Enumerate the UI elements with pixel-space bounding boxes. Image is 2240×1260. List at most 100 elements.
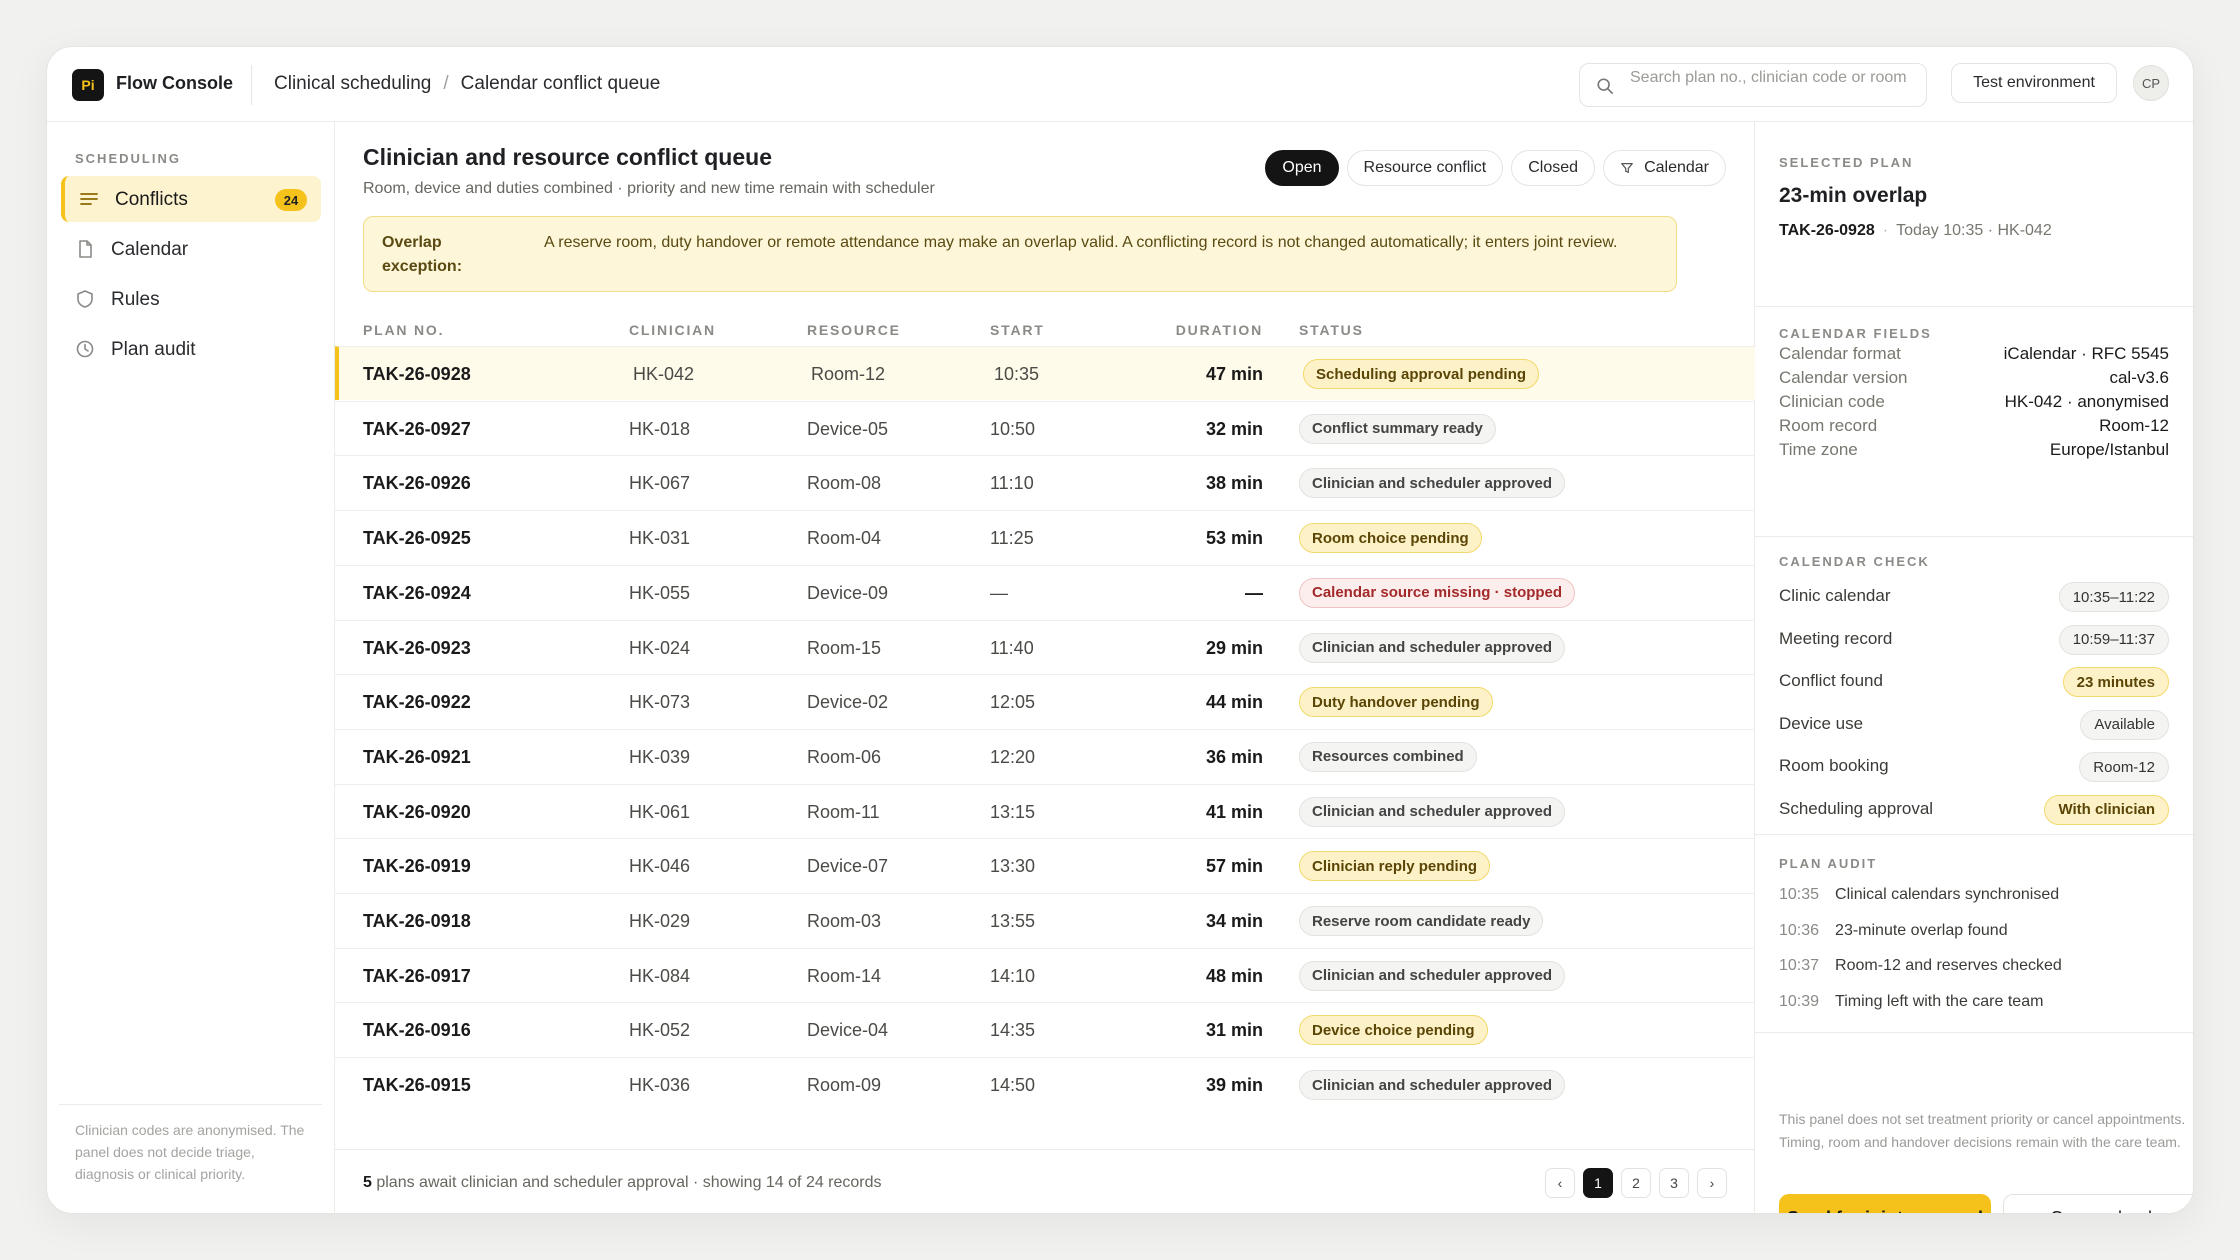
selected-plan-meta: TAK-26-0928 · Today 10:35 · HK-042 — [1779, 222, 2052, 239]
filter-closed[interactable]: Closed — [1511, 150, 1596, 186]
selected-plan-heading: SELECTED PLAN — [1779, 155, 1914, 170]
notice-label: Overlap exception: — [382, 234, 463, 275]
status-badge: Clinician and scheduler approved — [1299, 468, 1566, 499]
check-value-pill: With clinician — [2044, 794, 2169, 825]
calendar-fields-heading: CALENDAR FIELDS — [1779, 326, 1932, 341]
top-bar: Pi Flow Console Clinical scheduling / Ca… — [47, 47, 2193, 122]
duration: 48 min — [1205, 965, 1263, 986]
sidebar-item-plan-audit[interactable]: Plan audit — [61, 326, 321, 372]
table-row[interactable]: TAK-26-0927 HK-018 Device-05 10:50 32 min Con… — [335, 400, 1755, 455]
table-row[interactable]: TAK-26-0923 HK-024 Room-15 11:40 29 min Clini… — [335, 619, 1755, 674]
table-row[interactable]: TAK-26-0918 HK-029 Room-03 13:55 34 min Reser… — [335, 893, 1755, 947]
check-label: Scheduling approval — [1779, 798, 1934, 818]
check-value-pill: 10:35–11:22 — [2058, 582, 2169, 612]
column-header-status[interactable]: STATUS — [1299, 322, 1364, 338]
column-header-start[interactable]: START — [990, 322, 1045, 338]
status-badge: Room choice pending — [1299, 523, 1482, 554]
avatar[interactable]: CP — [2133, 65, 2169, 101]
sidebar-item-label: Rules — [111, 289, 160, 310]
environment-button[interactable]: Test environment — [1951, 63, 2117, 103]
filter-calendar[interactable]: Calendar — [1603, 150, 1726, 186]
audit-text: Clinical calendars synchronised — [1835, 886, 2060, 903]
pagination-page-1[interactable]: 1 — [1583, 1168, 1613, 1198]
panel-disclaimer: This panel does not set treatment priori… — [1779, 1111, 2186, 1150]
filter-resource-conflict[interactable]: Resource conflict — [1346, 150, 1504, 186]
plan-number: TAK-26-0920 — [363, 801, 471, 822]
status-badge: Device choice pending — [1299, 1015, 1488, 1046]
column-header-duration[interactable]: DURATION — [1176, 322, 1263, 338]
duration: 34 min — [1205, 911, 1263, 931]
calendar-field: Calendar version cal-v3.6 — [1779, 368, 2169, 392]
check-label: Clinic calendar — [1779, 586, 1891, 605]
open-calendar-button[interactable]: Open calendar — [2003, 1194, 2193, 1213]
table-row[interactable]: TAK-26-0916 HK-052 Device-04 14:35 31 min Dev… — [335, 1002, 1755, 1056]
check-value-pill: Available — [2080, 709, 2169, 740]
audit-entry: 10:36 23-minute overlap found — [1779, 922, 2169, 944]
sidebar: SCHEDULING Conflicts 24 Calendar Rules P… — [47, 122, 335, 1213]
sidebar-item-rules[interactable]: Rules — [61, 276, 321, 322]
resource-name: Room-03 — [807, 911, 882, 931]
duration: 44 min — [1205, 692, 1263, 713]
search-box[interactable]: Search plan no., clinician code or room — [1579, 63, 1927, 107]
start-time: 12:20 — [990, 746, 1036, 767]
field-label: Time zone — [1779, 440, 1858, 459]
footer-summary: 5 plans await clinician and scheduler ap… — [363, 1174, 882, 1192]
filter-open[interactable]: Open — [1265, 150, 1339, 186]
field-label: Calendar version — [1779, 368, 1908, 387]
column-header-plan-no[interactable]: PLAN NO. — [363, 322, 444, 338]
pagination-page-3[interactable]: 3 — [1659, 1168, 1689, 1198]
send-for-approval-button[interactable]: Send for joint approval — [1779, 1194, 1991, 1213]
table-row[interactable]: TAK-26-0920 HK-061 Room-11 13:15 41 min Clini… — [335, 783, 1755, 838]
pagination-next[interactable]: › — [1697, 1168, 1727, 1198]
clinician-code: HK-039 — [629, 746, 691, 767]
duration: 29 min — [1205, 637, 1263, 658]
audit-text: 23-minute overlap found — [1835, 921, 2008, 939]
table-row[interactable]: TAK-26-0919 HK-046 Device-07 13:30 57 min Cli… — [335, 838, 1755, 892]
breadcrumb-separator: / — [443, 73, 449, 94]
table-row[interactable]: TAK-26-0922 HK-073 Device-02 12:05 44 min Dut… — [335, 674, 1755, 728]
breadcrumb-current: Calendar conflict queue — [460, 73, 661, 94]
field-value: HK-042 · anonymised — [2004, 392, 2169, 411]
divider — [1755, 834, 2193, 835]
resource-name: Device-07 — [807, 856, 889, 877]
duration: 32 min — [1205, 418, 1263, 439]
resource-name: Device-05 — [807, 418, 889, 439]
audit-time: 10:39 — [1779, 992, 1820, 1010]
sidebar-heading: SCHEDULING — [75, 151, 181, 166]
table-row[interactable]: TAK-26-0928 HK-042 Room-12 10:35 47 min Sched… — [335, 346, 1755, 400]
duration: — — [1245, 582, 1263, 603]
check-value-pill: Room-12 — [2079, 752, 2169, 782]
breadcrumb-section[interactable]: Clinical scheduling — [274, 73, 431, 95]
sidebar-item-conflicts[interactable]: Conflicts 24 — [61, 176, 321, 222]
sidebar-item-calendar[interactable]: Calendar — [61, 226, 321, 272]
table-row[interactable]: TAK-26-0924 HK-055 Device-09 — — Calendar sou… — [335, 564, 1755, 619]
search-icon — [1597, 78, 1614, 95]
status-badge: Calendar source missing · stopped — [1299, 577, 1576, 608]
divider — [1755, 1032, 2193, 1033]
table-row[interactable]: TAK-26-0917 HK-084 Room-14 14:10 48 min Clini… — [335, 947, 1755, 1002]
resource-name: Room-11 — [807, 801, 880, 822]
clinician-code: HK-073 — [629, 692, 691, 713]
table-row[interactable]: TAK-26-0921 HK-039 Room-06 12:20 36 min Resou… — [335, 728, 1755, 783]
resource-name: Room-04 — [807, 528, 882, 549]
column-header-resource[interactable]: RESOURCE — [807, 322, 901, 338]
pagination-prev[interactable]: ‹ — [1545, 1168, 1575, 1198]
table-row[interactable]: TAK-26-0925 HK-031 Room-04 11:25 53 min Room … — [335, 510, 1755, 564]
audit-time: 10:35 — [1779, 886, 1820, 903]
table-row[interactable]: TAK-26-0915 HK-036 Room-09 14:50 39 min Clini… — [335, 1057, 1755, 1111]
pending-count: 5 — [363, 1174, 372, 1191]
table-row[interactable]: TAK-26-0926 HK-067 Room-08 11:10 38 min Clini… — [335, 455, 1755, 509]
app-logo[interactable]: Pi — [72, 69, 104, 101]
search-input[interactable] — [1630, 66, 1920, 104]
start-time: 13:55 — [990, 911, 1036, 931]
status-badge: Reserve room candidate ready — [1299, 906, 1544, 936]
app-name[interactable]: Flow Console — [116, 73, 233, 94]
pagination-page-2[interactable]: 2 — [1621, 1168, 1651, 1198]
column-header-clinician[interactable]: CLINICIAN — [629, 322, 716, 338]
start-time: 11:10 — [990, 473, 1034, 494]
status-badge: Conflict summary ready — [1299, 413, 1496, 444]
calendar-field: Calendar format iCalendar · RFC 5545 — [1779, 344, 2169, 368]
audit-text: Timing left with the care team — [1835, 992, 2044, 1010]
pagination: ‹ 1 2 3 › — [1545, 1168, 1727, 1198]
main-content: Clinician and resource conflict queue Ro… — [335, 122, 1755, 1213]
